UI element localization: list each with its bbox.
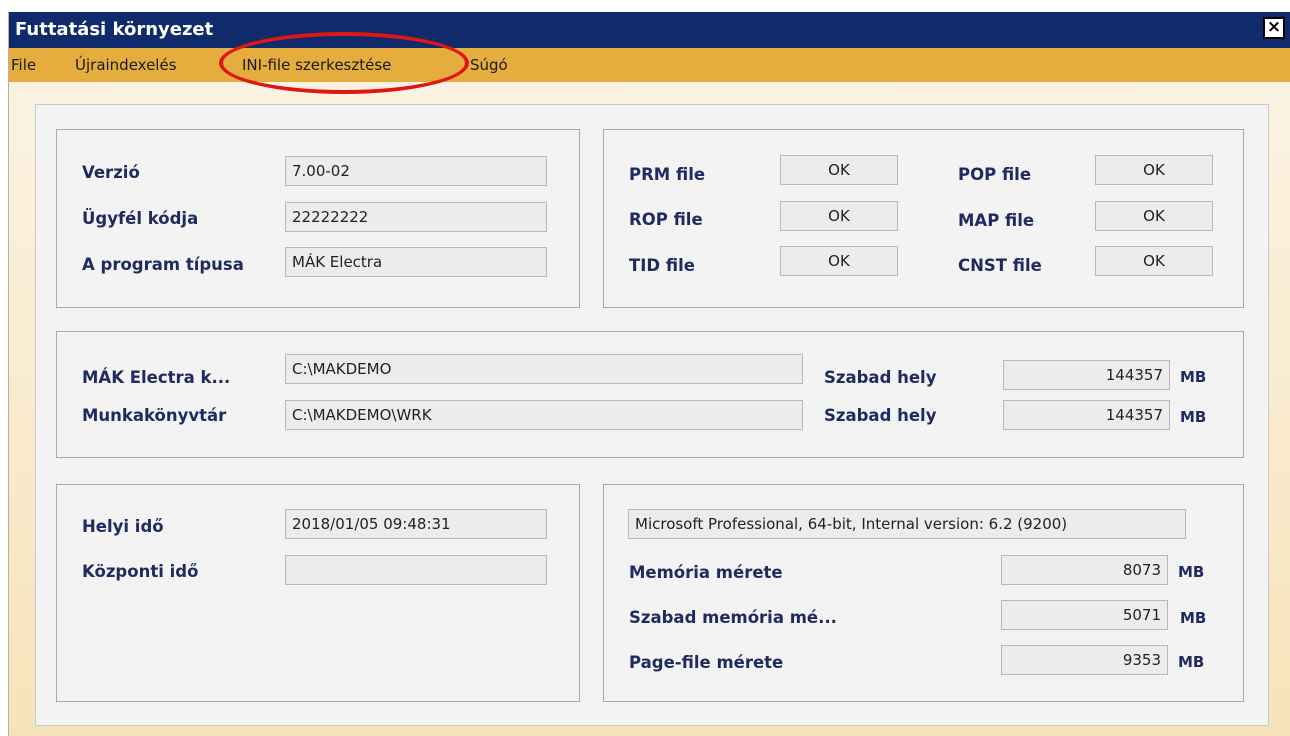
content-panel: Verzió 7.00-02 Ügyfél kódja 22222222 A p… [35,104,1269,726]
free-memory-field: 5071 [1001,600,1168,630]
program-type-label: A program típusa [82,255,244,274]
menu-ini-edit[interactable]: INI-file szerkesztése [242,56,391,74]
central-time-field [285,555,547,585]
free-space-label-2: Szabad hely [824,406,937,425]
local-time-label: Helyi idő [82,517,164,536]
program-type-field: MÁK Electra [285,247,547,277]
pagefile-size-field: 9353 [1001,645,1168,675]
map-file-label: MAP file [958,211,1035,230]
free-space-label-1: Szabad hely [824,368,937,387]
map-file-status: OK [1095,201,1213,231]
menu-help[interactable]: Súgó [470,56,508,74]
system-info-group: Microsoft Professional, 64-bit, Internal… [603,484,1244,702]
prm-file-label: PRM file [629,165,706,184]
rop-file-label: ROP file [629,210,703,229]
client-code-label: Ügyfél kódja [82,209,199,228]
pop-file-label: POP file [958,165,1032,184]
title-bar: Futtatási környezet × [9,12,1290,48]
electra-dir-field: C:\MAKDEMO [285,354,803,384]
electra-dir-label: MÁK Electra k... [82,368,231,387]
version-group: Verzió 7.00-02 Ügyfél kódja 22222222 A p… [56,129,580,308]
os-version-field: Microsoft Professional, 64-bit, Internal… [628,509,1186,539]
memory-size-unit: MB [1178,563,1205,581]
client-code-field: 22222222 [285,202,547,232]
work-dir-label: Munkakönyvtár [82,406,227,425]
free-memory-label: Szabad memória mé... [629,608,837,627]
cnst-file-status: OK [1095,246,1213,276]
free-space-field-2: 144357 [1003,400,1170,430]
central-time-label: Központi idő [82,562,199,581]
pagefile-size-label: Page-file mérete [629,653,784,672]
version-label: Verzió [82,163,140,182]
memory-size-label: Memória mérete [629,563,783,582]
tid-file-status: OK [780,246,898,276]
menu-bar: File Újraindexelés INI-file szerkesztése… [9,48,1290,82]
files-status-group: PRM file OK ROP file OK TID file OK POP … [603,129,1244,308]
free-space-unit-1: MB [1180,368,1207,386]
memory-size-field: 8073 [1001,555,1168,585]
paths-group: MÁK Electra k... C:\MAKDEMO Munkakönyvtá… [56,331,1244,458]
prm-file-status: OK [780,155,898,185]
version-field: 7.00-02 [285,156,547,186]
menu-file[interactable]: File [11,56,36,74]
menu-reindex[interactable]: Újraindexelés [75,56,177,74]
time-group: Helyi idő 2018/01/05 09:48:31 Központi i… [56,484,580,702]
free-space-unit-2: MB [1180,408,1207,426]
dialog-window: Futtatási környezet × File Újraindexelés… [8,12,1290,736]
close-button[interactable]: × [1263,17,1285,39]
work-dir-field: C:\MAKDEMO\WRK [285,400,803,430]
pagefile-size-unit: MB [1178,653,1205,671]
free-space-field-1: 144357 [1003,360,1170,390]
cnst-file-label: CNST file [958,256,1042,275]
window-title: Futtatási környezet [15,19,214,40]
tid-file-label: TID file [629,256,695,275]
rop-file-status: OK [780,201,898,231]
free-memory-unit: MB [1180,609,1207,627]
local-time-field: 2018/01/05 09:48:31 [285,509,547,539]
pop-file-status: OK [1095,155,1213,185]
